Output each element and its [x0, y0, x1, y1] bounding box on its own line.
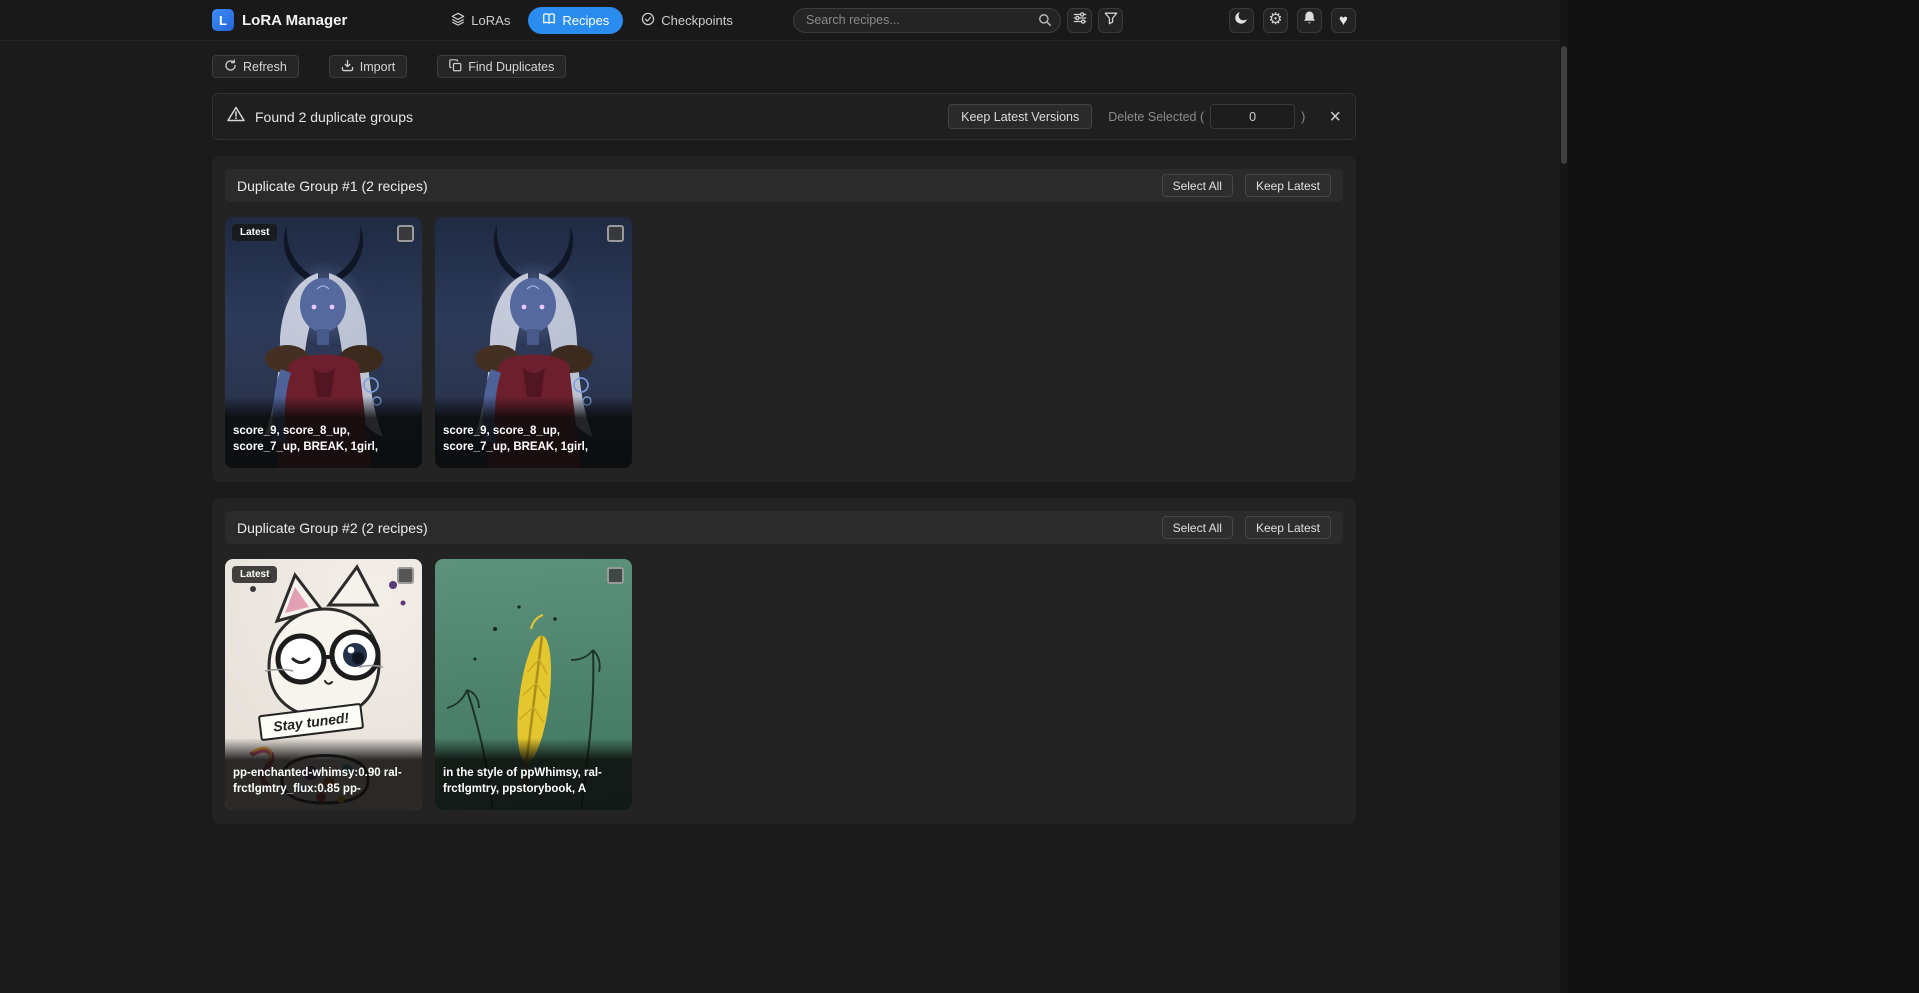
book-icon	[542, 12, 556, 29]
navbar-actions: ⚙ ♥	[1229, 8, 1356, 33]
delete-selected-label: Delete Selected (	[1108, 110, 1204, 124]
group-header: Duplicate Group #1 (2 recipes) Select Al…	[225, 169, 1343, 202]
card-checkbox[interactable]	[397, 225, 414, 242]
layers-icon	[451, 12, 465, 29]
gear-icon: ⚙	[1268, 12, 1282, 28]
caption-fade	[435, 738, 632, 760]
warning-icon	[227, 106, 245, 127]
search-input[interactable]	[793, 8, 1061, 33]
recipe-card[interactable]: Stay tuned! Latest pp-enchanted-whimsy:0…	[225, 559, 422, 810]
recipe-card[interactable]: score_9, score_8_up, score_7_up, BREAK, …	[435, 217, 632, 468]
nav-item-label: LoRAs	[471, 13, 510, 28]
close-alert-icon[interactable]: ×	[1329, 107, 1341, 127]
heart-icon: ♥	[1339, 13, 1348, 28]
group-header: Duplicate Group #2 (2 recipes) Select Al…	[225, 511, 1343, 544]
app-window: L LoRA Manager LoRAs Recipes Checkpoints	[0, 0, 1568, 993]
recipe-card[interactable]: in the style of ppWhimsy, ral-frctlgmtry…	[435, 559, 632, 810]
nav-item-label: Checkpoints	[661, 13, 733, 28]
delete-selected-group: Delete Selected ( )	[1108, 104, 1305, 129]
nav-item-recipes[interactable]: Recipes	[528, 7, 623, 34]
theme-toggle-button[interactable]	[1229, 8, 1254, 33]
duplicate-group-panel-2: Duplicate Group #2 (2 recipes) Select Al…	[212, 498, 1356, 824]
latest-badge: Latest	[232, 224, 277, 241]
import-button[interactable]: Import	[329, 55, 407, 78]
card-checkbox[interactable]	[607, 225, 624, 242]
nav-item-checkpoints[interactable]: Checkpoints	[633, 7, 741, 34]
recipe-caption: score_9, score_8_up, score_7_up, BREAK, …	[435, 418, 632, 468]
select-all-button[interactable]: Select All	[1162, 174, 1233, 197]
keep-latest-button[interactable]: Keep Latest	[1245, 516, 1331, 539]
keep-latest-button[interactable]: Keep Latest	[1245, 174, 1331, 197]
notifications-button[interactable]	[1297, 8, 1322, 33]
caption-fade	[435, 396, 632, 418]
caption-fade	[225, 738, 422, 760]
main-nav: LoRAs Recipes Checkpoints	[443, 7, 741, 34]
funnel-icon	[1104, 11, 1118, 30]
copy-icon	[449, 59, 462, 75]
import-icon	[341, 59, 354, 75]
delete-selected-suffix: )	[1301, 110, 1305, 124]
import-button-label: Import	[360, 60, 395, 74]
app-logo-icon: L	[212, 9, 234, 31]
group-title: Duplicate Group #1 (2 recipes)	[237, 178, 428, 194]
recipe-card[interactable]: Latest score_9, score_8_up, score_7_up, …	[225, 217, 422, 468]
refresh-icon	[224, 59, 237, 75]
adjustments-button[interactable]	[1067, 8, 1092, 33]
nav-item-loras[interactable]: LoRAs	[443, 7, 518, 34]
search-icon[interactable]	[1038, 13, 1052, 32]
latest-badge: Latest	[232, 566, 277, 583]
refresh-button[interactable]: Refresh	[212, 55, 299, 78]
recipes-toolbar: Refresh Import Find Duplicates	[212, 55, 1356, 78]
alert-message: Found 2 duplicate groups	[255, 109, 413, 125]
select-all-button[interactable]: Select All	[1162, 516, 1233, 539]
moon-icon	[1234, 10, 1249, 30]
duplicate-group-panel-1: Duplicate Group #1 (2 recipes) Select Al…	[212, 156, 1356, 482]
find-duplicates-button-label: Find Duplicates	[468, 60, 554, 74]
recipe-caption: in the style of ppWhimsy, ral-frctlgmtry…	[435, 760, 632, 810]
brand: L LoRA Manager	[212, 9, 347, 31]
search-cluster	[793, 8, 1123, 33]
sliders-icon	[1073, 11, 1087, 30]
navbar: L LoRA Manager LoRAs Recipes Checkpoints	[0, 0, 1568, 41]
favorites-button[interactable]: ♥	[1331, 8, 1356, 33]
refresh-button-label: Refresh	[243, 60, 287, 74]
nav-item-label: Recipes	[562, 13, 609, 28]
filter-button[interactable]	[1098, 8, 1123, 33]
keep-latest-versions-button[interactable]: Keep Latest Versions	[948, 104, 1092, 129]
delete-selected-count-input[interactable]	[1210, 104, 1295, 129]
scrollbar-thumb[interactable]	[1561, 46, 1567, 164]
recipe-caption: score_9, score_8_up, score_7_up, BREAK, …	[225, 418, 422, 468]
recipe-caption: pp-enchanted-whimsy:0.90 ral-frctlgmtry_…	[225, 760, 422, 810]
card-checkbox[interactable]	[607, 567, 624, 584]
caption-fade	[225, 396, 422, 418]
duplicates-alert: Found 2 duplicate groups Keep Latest Ver…	[212, 93, 1356, 140]
card-checkbox[interactable]	[397, 567, 414, 584]
scrollbar[interactable]	[1560, 0, 1568, 993]
app-title: LoRA Manager	[242, 12, 347, 29]
find-duplicates-button[interactable]: Find Duplicates	[437, 55, 566, 78]
bell-icon	[1302, 10, 1317, 30]
group-title: Duplicate Group #2 (2 recipes)	[237, 520, 428, 536]
settings-button[interactable]: ⚙	[1263, 8, 1288, 33]
check-circle-icon	[641, 12, 655, 29]
